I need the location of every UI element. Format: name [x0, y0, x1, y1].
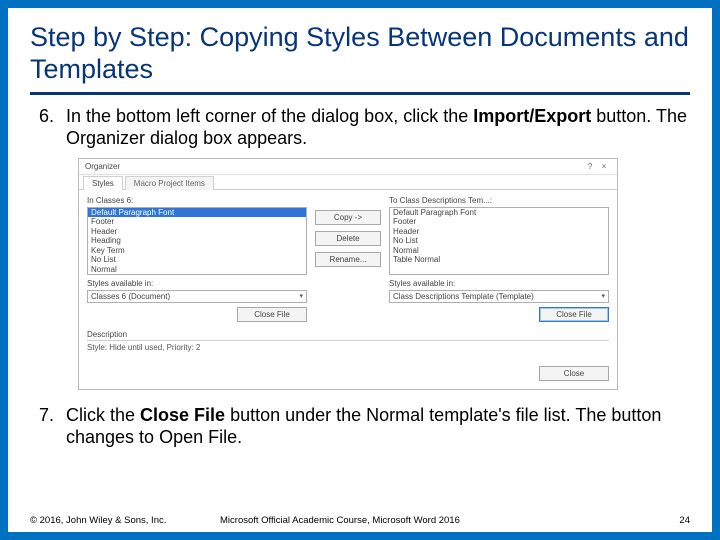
dropdown-value: Classes 6 (Document) [91, 292, 170, 301]
title-rule [30, 92, 690, 95]
footer-course: Microsoft Official Academic Course, Micr… [220, 515, 660, 526]
tab-macro-project-items[interactable]: Macro Project Items [125, 176, 214, 190]
right-avail-dropdown[interactable]: Class Descriptions Template (Template) ▾ [389, 290, 609, 303]
list-item[interactable]: Footer [88, 217, 306, 227]
list-item[interactable]: Table Normal [390, 255, 608, 265]
slide-footer: © 2016, John Wiley & Sons, Inc. Microsof… [30, 515, 690, 526]
right-listbox[interactable]: Default Paragraph Font Footer Header No … [389, 207, 609, 275]
right-label: To Class Descriptions Tem...: [389, 196, 609, 205]
list-item[interactable]: Default Paragraph Font [390, 208, 608, 218]
slide: Step by Step: Copying Styles Between Doc… [8, 8, 712, 532]
step-text: Click the Close File button under the No… [66, 404, 690, 449]
help-icon[interactable]: ? [583, 162, 597, 171]
text-bold: Close File [140, 405, 225, 425]
dropdown-value: Class Descriptions Template (Template) [393, 292, 534, 301]
text: Click the [66, 405, 140, 425]
tab-styles[interactable]: Styles [83, 176, 123, 190]
copy-button[interactable]: Copy -> [315, 210, 381, 225]
tabs: Styles Macro Project Items [79, 175, 617, 190]
description-rule [87, 340, 609, 341]
chevron-down-icon: ▾ [601, 292, 605, 300]
dialog-footer: Close [79, 360, 617, 389]
columns: In Classes 6: Default Paragraph Font Foo… [87, 196, 609, 322]
dialog-body: In Classes 6: Default Paragraph Font Foo… [79, 190, 617, 360]
list-item[interactable]: No List [88, 255, 306, 265]
list-item[interactable]: Header [88, 227, 306, 237]
close-button[interactable]: Close [539, 366, 609, 381]
close-icon[interactable]: × [597, 162, 611, 171]
step-6: 6. In the bottom left corner of the dial… [30, 105, 690, 150]
list-item[interactable]: Header [390, 227, 608, 237]
step-number: 7. [30, 404, 66, 449]
rename-button[interactable]: Rename... [315, 252, 381, 267]
description-label: Description [87, 330, 609, 339]
left-avail-dropdown[interactable]: Classes 6 (Document) ▾ [87, 290, 307, 303]
mid-column: Copy -> Delete Rename... [315, 196, 381, 322]
footer-copyright: © 2016, John Wiley & Sons, Inc. [30, 515, 220, 526]
delete-button[interactable]: Delete [315, 231, 381, 246]
organizer-screenshot: Organizer ? × Styles Macro Project Items… [78, 158, 690, 390]
step-7: 7. Click the Close File button under the… [30, 404, 690, 449]
left-avail-label: Styles available in: [87, 279, 307, 288]
list-item[interactable]: Footer [390, 217, 608, 227]
step-number: 6. [30, 105, 66, 150]
text-bold: Import/Export [473, 106, 591, 126]
right-column: To Class Descriptions Tem...: Default Pa… [389, 196, 609, 322]
footer-page: 24 [660, 515, 690, 526]
organizer-dialog: Organizer ? × Styles Macro Project Items… [78, 158, 618, 390]
left-listbox[interactable]: Default Paragraph Font Footer Header Hea… [87, 207, 307, 275]
right-avail-label: Styles available in: [389, 279, 609, 288]
list-item[interactable]: No List [390, 236, 608, 246]
left-label: In Classes 6: [87, 196, 307, 205]
left-closefile-row: Close File [87, 307, 307, 322]
chevron-down-icon: ▾ [299, 292, 303, 300]
dialog-titlebar: Organizer ? × [79, 159, 617, 175]
close-file-button-left[interactable]: Close File [237, 307, 307, 322]
left-column: In Classes 6: Default Paragraph Font Foo… [87, 196, 307, 322]
slide-frame: Step by Step: Copying Styles Between Doc… [0, 0, 720, 540]
list-item[interactable]: Key Term [88, 246, 306, 256]
right-closefile-row: Close File [389, 307, 609, 322]
page-title: Step by Step: Copying Styles Between Doc… [30, 22, 690, 86]
list-item[interactable]: Normal [390, 246, 608, 256]
list-item[interactable]: Normal [88, 265, 306, 275]
list-item[interactable]: Default Paragraph Font [88, 208, 306, 218]
step-text: In the bottom left corner of the dialog … [66, 105, 690, 150]
close-file-button-right[interactable]: Close File [539, 307, 609, 322]
text: In the bottom left corner of the dialog … [66, 106, 473, 126]
list-item[interactable]: Heading [88, 236, 306, 246]
description-text: Style: Hide until used, Priority: 2 [87, 343, 609, 352]
dialog-title: Organizer [85, 162, 583, 171]
